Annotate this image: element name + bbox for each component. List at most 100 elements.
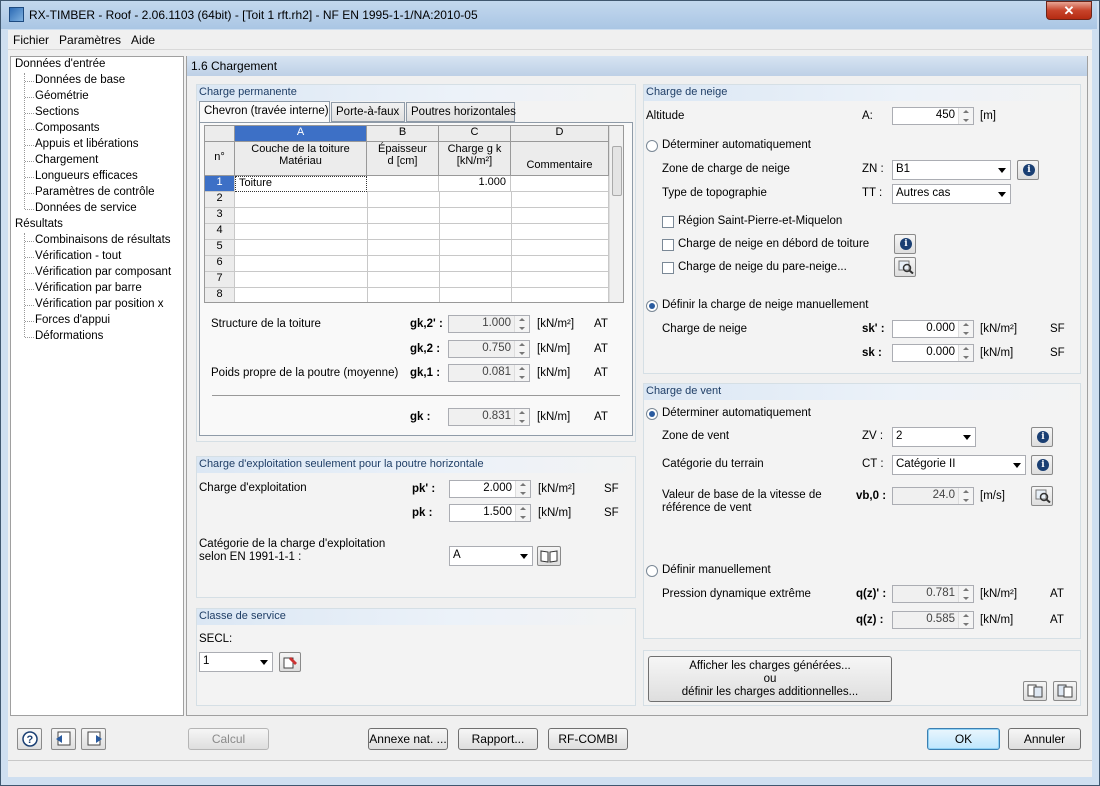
gk2p-spinner[interactable] — [514, 316, 529, 332]
skp-input[interactable]: 0.000 — [892, 320, 974, 338]
qz-spinner[interactable] — [958, 612, 973, 628]
tab-poutres-horizontales[interactable]: Poutres horizontales — [406, 102, 516, 122]
cell-material[interactable]: Toiture — [235, 176, 367, 192]
snow-guard-detail-button[interactable] — [894, 257, 916, 277]
grid-scroll-thumb[interactable] — [612, 146, 622, 196]
saint-pierre-checkbox[interactable] — [662, 216, 674, 228]
nav-item-verif-position[interactable]: Vérification par position x — [35, 298, 163, 310]
cancel-button[interactable]: Annuler — [1008, 728, 1081, 750]
secl-select[interactable]: 1 — [199, 652, 273, 672]
report-button[interactable]: Rapport... — [458, 728, 538, 750]
pk-input[interactable]: 1.500 — [449, 504, 531, 522]
nav-root-results[interactable]: Résultats — [15, 218, 63, 230]
pkp-spinner[interactable] — [515, 481, 530, 497]
wind-manual-radio[interactable] — [646, 565, 658, 577]
tab-porte-a-faux[interactable]: Porte-à-faux — [331, 102, 405, 122]
snow-zone-select[interactable]: B1 — [892, 160, 1011, 180]
qzp-spinner[interactable] — [958, 586, 973, 602]
gk2-spinner[interactable] — [514, 341, 529, 357]
next-button[interactable] — [81, 728, 106, 750]
previous-button[interactable] — [51, 728, 76, 750]
national-annex-button[interactable]: Annexe nat. ... — [368, 728, 448, 750]
cell-thickness[interactable] — [367, 176, 439, 192]
row-number[interactable]: 5 — [205, 240, 235, 256]
gk-spinner[interactable] — [514, 409, 529, 425]
nav-item-verif-tout[interactable]: Vérification - tout — [35, 250, 121, 262]
snow-zone-info-button[interactable]: i — [1017, 160, 1039, 180]
nav-item-sections[interactable]: Sections — [35, 106, 79, 118]
qz-input[interactable]: 0.585 — [892, 611, 974, 629]
terrain-info-button[interactable]: i — [1031, 455, 1053, 475]
pk-spinner[interactable] — [515, 505, 530, 521]
row-number[interactable]: 7 — [205, 272, 235, 288]
skp-spinner[interactable] — [958, 321, 973, 337]
qzp-input[interactable]: 0.781 — [892, 585, 974, 603]
wind-auto-radio[interactable] — [646, 408, 658, 420]
close-button[interactable]: ✕ — [1046, 1, 1092, 20]
cell-comment[interactable] — [511, 176, 609, 192]
cell-load[interactable]: 1.000 — [439, 176, 511, 192]
nav-item-parametres-controle[interactable]: Paramètres de contrôle — [35, 186, 155, 198]
col-letter-b[interactable]: B — [367, 126, 439, 142]
import-button[interactable] — [1053, 681, 1077, 701]
overhang-info-button[interactable]: i — [894, 234, 916, 254]
nav-item-appuis[interactable]: Appuis et libérations — [35, 138, 139, 150]
row-number[interactable]: 8 — [205, 288, 235, 302]
row-number[interactable]: 3 — [205, 208, 235, 224]
row-number[interactable]: 6 — [205, 256, 235, 272]
sk-input[interactable]: 0.000 — [892, 344, 974, 362]
nav-item-donnees-service[interactable]: Données de service — [35, 202, 137, 214]
wind-zone-info-button[interactable]: i — [1031, 427, 1053, 447]
snow-auto-radio[interactable] — [646, 140, 658, 152]
nav-item-longueurs[interactable]: Longueurs efficaces — [35, 170, 138, 182]
calculate-button[interactable]: Calcul — [188, 728, 269, 750]
book-button[interactable] — [537, 546, 561, 566]
col-letter-c[interactable]: C — [439, 126, 511, 142]
roof-layer-grid[interactable]: A B C D n° Couche de la toiture Matériau … — [204, 125, 624, 303]
snow-guard-checkbox[interactable] — [662, 262, 674, 274]
sk-spinner[interactable] — [958, 345, 973, 361]
overhang-checkbox[interactable] — [662, 239, 674, 251]
nav-item-deformations[interactable]: Déformations — [35, 330, 103, 342]
nav-item-geometrie[interactable]: Géométrie — [35, 90, 89, 102]
altitude-input[interactable]: 450 — [892, 107, 974, 125]
altitude-spinner[interactable] — [958, 108, 973, 124]
vb-spinner[interactable] — [958, 488, 973, 504]
gk2p-input[interactable]: 1.000 — [448, 315, 530, 333]
wind-zone-select[interactable]: 2 — [892, 427, 976, 447]
nav-root-input[interactable]: Données d'entrée — [15, 58, 105, 70]
pkp-input[interactable]: 2.000 — [449, 480, 531, 498]
ok-button[interactable]: OK — [927, 728, 1000, 750]
terrain-select[interactable]: Catégorie II — [892, 455, 1026, 475]
nav-item-chargement[interactable]: Chargement — [35, 154, 98, 166]
export-button[interactable] — [1023, 681, 1047, 701]
category-select[interactable]: A — [449, 546, 533, 566]
nav-item-combinaisons[interactable]: Combinaisons de résultats — [35, 234, 171, 246]
menu-aide[interactable]: Aide — [126, 30, 160, 50]
row-number[interactable]: 4 — [205, 224, 235, 240]
nav-item-forces-appui[interactable]: Forces d'appui — [35, 314, 110, 326]
nav-item-donnees-base[interactable]: Données de base — [35, 74, 125, 86]
topography-select[interactable]: Autres cas — [892, 184, 1011, 204]
show-generated-loads-button[interactable]: Afficher les charges générées... ou défi… — [648, 656, 892, 702]
nav-item-composants[interactable]: Composants — [35, 122, 100, 134]
nav-item-verif-barre[interactable]: Vérification par barre — [35, 282, 142, 294]
menu-fichier[interactable]: Fichier — [8, 30, 54, 50]
tab-chevron[interactable]: Chevron (travée interne) — [199, 101, 330, 123]
service-class-edit-button[interactable] — [279, 652, 301, 672]
gk1-input[interactable]: 0.081 — [448, 364, 530, 382]
row-number[interactable]: 1 — [205, 176, 235, 192]
snow-manual-radio[interactable] — [646, 300, 658, 312]
help-button[interactable]: ? — [17, 728, 42, 750]
col-letter-a[interactable]: A — [235, 126, 367, 142]
row-number[interactable]: 2 — [205, 192, 235, 208]
gk-input[interactable]: 0.831 — [448, 408, 530, 426]
gk1-spinner[interactable] — [514, 365, 529, 381]
rf-combi-button[interactable]: RF-COMBI — [548, 728, 628, 750]
menu-parametres[interactable]: Paramètres — [54, 30, 126, 50]
col-letter-d[interactable]: D — [511, 126, 609, 142]
vb-input[interactable]: 24.0 — [892, 487, 974, 505]
nav-item-verif-composant[interactable]: Vérification par composant — [35, 266, 171, 278]
gk2-input[interactable]: 0.750 — [448, 340, 530, 358]
vb-detail-button[interactable] — [1031, 486, 1053, 506]
